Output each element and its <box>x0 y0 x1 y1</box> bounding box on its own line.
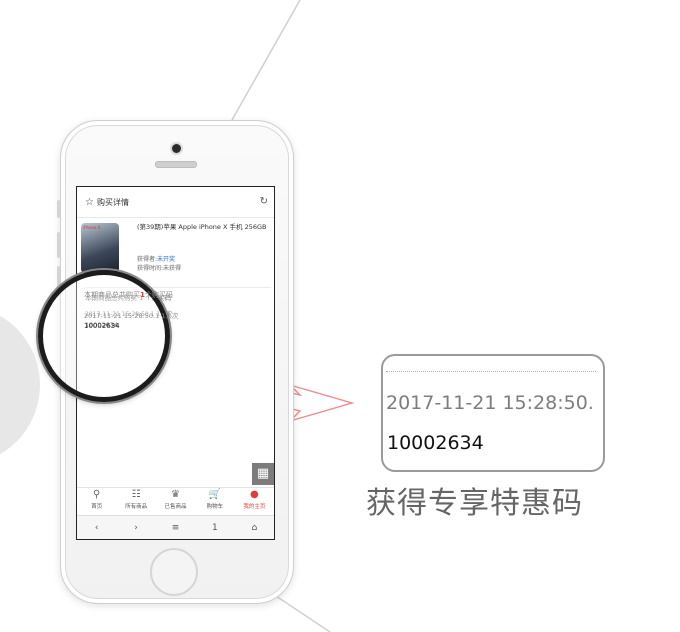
front-camera-icon <box>170 142 183 155</box>
product-image[interactable]: iPhone X <box>81 223 119 273</box>
lens-record-text: 2017-11-21 15:28:50.1 1人次 <box>84 312 179 320</box>
tab-cart[interactable]: 🛒 购物车 <box>195 488 234 516</box>
browser-toolbar: ‹ › ≡ 1 ⌂ <box>77 515 274 539</box>
phone-volume-up <box>57 232 60 258</box>
caption-text: 获得专享特惠码 <box>366 486 583 521</box>
tab-label: 我的主页 <box>243 504 266 510</box>
tab-label: 已售商品 <box>164 504 187 510</box>
home-page-icon[interactable]: ⌂ <box>235 523 274 533</box>
cart-icon: 🛒 <box>208 489 222 500</box>
lens-total-prefix: 本期商品总共购买 <box>84 291 140 299</box>
lens-total-text: 本期商品总共购买1个购买码 <box>84 290 173 300</box>
crown-icon: ♛ <box>171 489 180 500</box>
bottom-tab-bar: ⚲ 首页 ☷ 所有商品 ♛ 已售商品 🛒 购物车 ● 我的主页 <box>77 487 274 516</box>
forward-icon[interactable]: › <box>116 523 155 533</box>
product-name[interactable]: (第39期)苹果 Apple iPhone X 手机 256GB <box>137 223 267 232</box>
time-value: 未获得 <box>163 265 182 272</box>
decor-gray-circle <box>0 315 40 455</box>
home-button[interactable] <box>150 548 198 596</box>
callout-code: 10002634 <box>387 432 484 454</box>
tab-label: 购物车 <box>206 504 224 510</box>
phone-speaker <box>155 161 197 168</box>
tab-all-products[interactable]: ☷ 所有商品 <box>116 488 155 516</box>
winner-value: 未开奖 <box>157 256 176 263</box>
product-winner: 获得者:未开奖 <box>137 254 175 263</box>
tab-my-page[interactable]: ● 我的主页 <box>235 488 274 516</box>
tab-label: 所有商品 <box>125 504 148 510</box>
tab-home[interactable]: ⚲ 首页 <box>77 488 116 516</box>
star-icon[interactable]: ☆ <box>85 197 94 208</box>
decor-line-bottom <box>269 591 331 632</box>
lens-code-text: 10002634 <box>84 322 120 330</box>
user-icon: ● <box>249 489 259 500</box>
decor-line-top <box>231 0 301 121</box>
tab-sold-products[interactable]: ♛ 已售商品 <box>156 488 195 516</box>
lens-total-suffix: 个购买码 <box>144 291 173 299</box>
menu-icon[interactable]: ≡ <box>156 523 195 533</box>
product-image-label: iPhone X <box>83 225 101 230</box>
phone-side-button <box>57 200 60 218</box>
product-win-time: 获得时间:未获得 <box>137 263 181 272</box>
callout-time: 2017-11-21 15:28:50. <box>386 392 594 414</box>
tabs-count-icon[interactable]: 1 <box>195 523 234 533</box>
callout-divider <box>386 371 596 372</box>
time-label: 获得时间: <box>137 265 164 272</box>
winner-label: 获得者: <box>137 256 158 263</box>
grid-menu-icon[interactable]: ▦ <box>252 463 274 485</box>
purchase-detail-header: ☆ 购买详情 ↻ <box>77 187 274 218</box>
list-icon: ☷ <box>131 489 141 500</box>
back-icon[interactable]: ‹ <box>77 523 116 533</box>
refresh-icon[interactable]: ↻ <box>260 196 268 207</box>
home-icon: ⚲ <box>93 489 101 500</box>
header-title: 购买详情 <box>96 197 129 207</box>
tab-label: 首页 <box>91 504 103 510</box>
